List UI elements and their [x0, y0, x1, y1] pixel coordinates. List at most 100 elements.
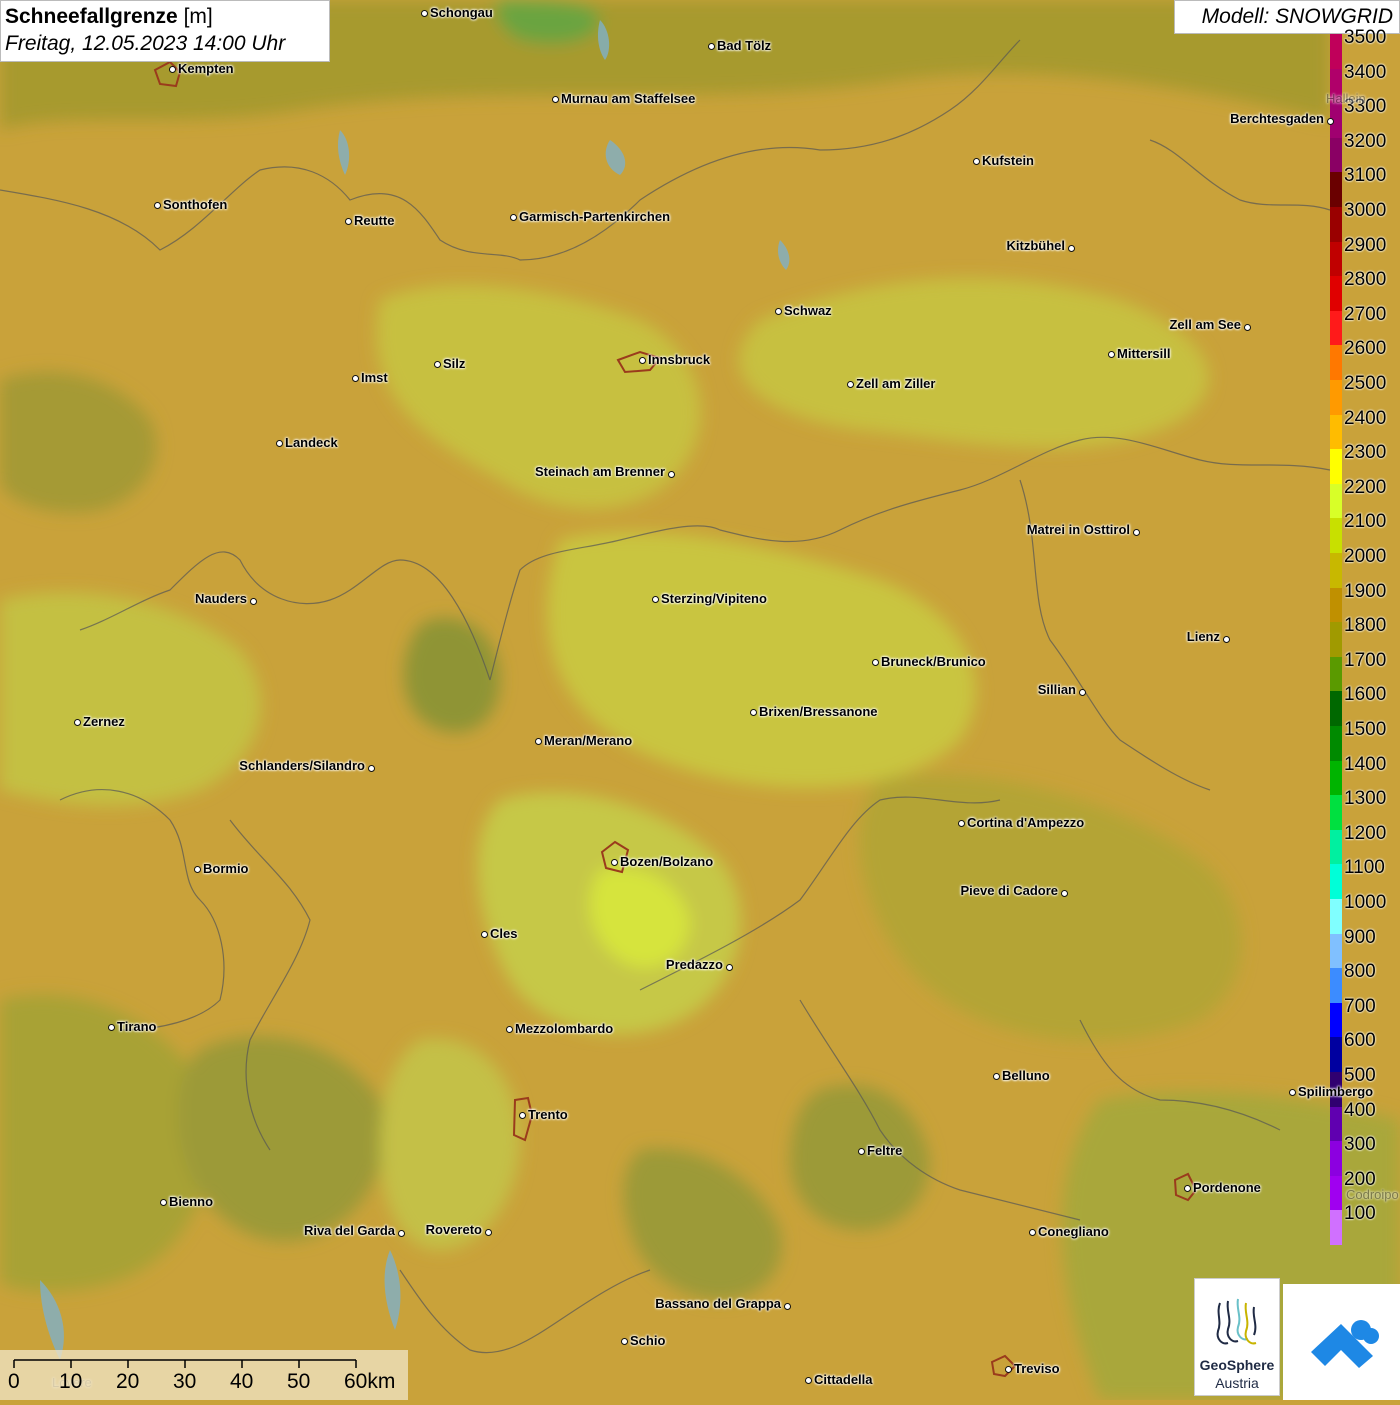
city-marker — [1326, 117, 1334, 125]
city-marker — [749, 708, 757, 716]
city-label: Riva del Garda — [303, 1223, 395, 1238]
legend-row: 100 — [1330, 1204, 1400, 1245]
legend-value: 1600 — [1344, 684, 1387, 706]
legend-swatch — [1330, 1210, 1342, 1245]
legend-value: 2700 — [1344, 303, 1387, 325]
city-marker — [433, 360, 441, 368]
city-marker — [518, 1111, 526, 1119]
city-label: Kufstein — [982, 153, 1034, 168]
legend-swatch — [1330, 1002, 1342, 1038]
city-marker — [857, 1147, 865, 1155]
title-unit: [m] — [183, 5, 213, 28]
map-datetime: Freitag, 12.05.2023 14:00 Uhr — [5, 32, 286, 55]
city-label: Cortina d'Ampezzo — [967, 815, 1085, 830]
city-marker — [620, 1337, 628, 1345]
city-label: Murnau am Staffelsee — [561, 91, 696, 106]
city-label: Imst — [361, 370, 388, 385]
city-label: Cles — [490, 926, 518, 941]
city-label: Sterzing/Vipiteno — [661, 591, 767, 606]
legend-swatch — [1330, 760, 1342, 796]
city-marker — [1132, 528, 1140, 536]
city-label: Rovereto — [425, 1222, 482, 1237]
city-marker — [992, 1072, 1000, 1080]
legend-swatch — [1330, 380, 1342, 415]
legend-value: 300 — [1344, 1134, 1376, 1156]
legend-swatch — [1330, 1175, 1342, 1211]
scale-tick-label: 30 — [173, 1370, 197, 1393]
city-marker — [638, 356, 646, 364]
legend-swatch — [1330, 518, 1342, 553]
city-label: Mezzolombardo — [515, 1021, 614, 1036]
city-label: Garmisch-Partenkirchen — [519, 209, 671, 224]
city-label: Schio — [630, 1333, 666, 1348]
city-label: Spilimbergo — [1298, 1084, 1374, 1099]
mountain-cloud-icon — [1311, 1320, 1379, 1368]
scale-tick-label: 20 — [116, 1370, 140, 1393]
city-marker — [804, 1376, 812, 1384]
city-marker — [484, 1228, 492, 1236]
city-label: Schwaz — [784, 303, 832, 318]
legend-value: 1800 — [1344, 615, 1387, 637]
legend-value: 2500 — [1344, 373, 1387, 394]
city-marker — [725, 963, 733, 971]
city-label: Conegliano — [1038, 1224, 1109, 1239]
legend-swatch — [1330, 34, 1342, 69]
city-marker — [1107, 350, 1115, 358]
legend-value: 500 — [1344, 1065, 1376, 1086]
city-marker — [344, 217, 352, 225]
city-marker — [783, 1302, 791, 1310]
legend-swatch — [1330, 345, 1342, 380]
city-marker — [1243, 323, 1251, 331]
legend-value: 700 — [1344, 995, 1376, 1017]
legend-swatch — [1330, 864, 1342, 899]
city-marker — [351, 374, 359, 382]
legend-swatch — [1330, 726, 1342, 761]
city-label: Bienno — [169, 1194, 214, 1209]
legend-swatch — [1330, 587, 1342, 623]
city-label: Bassano del Grappa — [655, 1296, 781, 1311]
city-label: Kitzbühel — [1006, 238, 1066, 253]
city-marker — [846, 380, 854, 388]
scale-tick-label: 50 — [287, 1370, 311, 1393]
legend-swatch — [1330, 691, 1342, 726]
city-label: Silz — [443, 356, 466, 371]
legend-value: 2600 — [1344, 338, 1387, 360]
legend-swatch — [1330, 449, 1342, 484]
legend-value: 400 — [1344, 1099, 1376, 1121]
map-title: Schneefallgrenze [m] — [5, 4, 325, 30]
city-marker — [610, 858, 618, 866]
city-marker — [1078, 688, 1086, 696]
city-label: Belluno — [1002, 1068, 1050, 1083]
scale-tick-label: 60km — [344, 1370, 396, 1393]
legend-swatch — [1330, 310, 1342, 346]
city-label: Kempten — [178, 61, 234, 76]
legend-value: 3000 — [1344, 200, 1387, 221]
city-marker — [509, 213, 517, 221]
logo-line2: Austria — [1215, 1375, 1259, 1391]
city-label: Feltre — [867, 1143, 903, 1158]
city-label: Berchtesgaden — [1230, 111, 1324, 126]
legend-swatch — [1330, 795, 1342, 830]
legend-swatch — [1330, 968, 1342, 1003]
city-label: Predazzo — [665, 957, 723, 972]
city-label: Zell am See — [1169, 317, 1241, 332]
legend-value: 1200 — [1344, 822, 1387, 844]
legend-value: 1500 — [1344, 719, 1387, 740]
city-label: Mittersill — [1117, 346, 1171, 361]
legend-swatch — [1330, 553, 1342, 588]
city-marker — [168, 65, 176, 73]
legend-value: 2400 — [1344, 407, 1387, 429]
legend-swatch — [1330, 276, 1342, 311]
city-marker — [871, 658, 879, 666]
legend-value: 3100 — [1344, 165, 1387, 187]
city-marker — [774, 307, 782, 315]
legend-swatch — [1330, 207, 1342, 242]
legend-value: 2300 — [1344, 442, 1387, 464]
legend-value: 1400 — [1344, 753, 1387, 775]
city-label: Zell am Ziller — [856, 376, 936, 391]
city-label: Nauders — [194, 591, 247, 606]
city-marker — [707, 42, 715, 50]
city-label: Bad Tölz — [717, 38, 772, 53]
city-label: Bozen/Bolzano — [620, 854, 714, 869]
city-label: Sonthofen — [163, 197, 228, 212]
